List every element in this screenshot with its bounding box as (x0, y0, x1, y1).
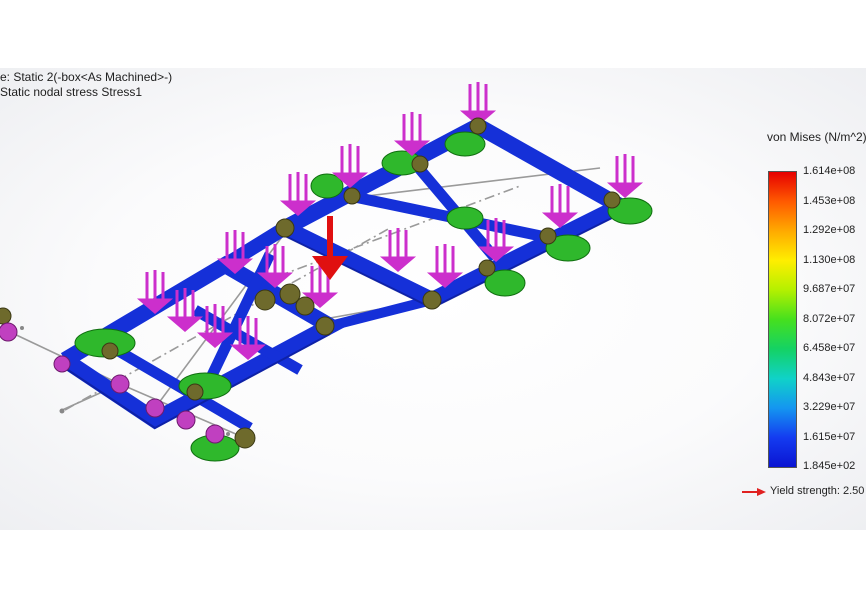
yield-arrow-icon (742, 488, 766, 496)
legend-label: 1.615e+07 (803, 430, 856, 443)
legend-color-bar[interactable] (768, 171, 797, 468)
connector-nodes (0, 117, 621, 449)
plot-type-label: Static nodal stress Stress1 (0, 85, 143, 99)
load-arrows (136, 82, 644, 360)
legend-label: 1.614e+08 (803, 165, 856, 177)
legend-label: 6.458e+07 (803, 342, 856, 354)
legend-label: 1.292e+08 (803, 224, 856, 236)
legend-label: 3.229e+07 (803, 401, 856, 413)
legend-label: 1.453e+08 (803, 194, 856, 207)
study-name-label: e: Static 2(-box<As Machined>-) (0, 70, 173, 84)
legend-label: 1.845e+02 (803, 460, 856, 472)
yield-strength-label: Yield strength: 2.50 (770, 485, 865, 497)
legend-label: 1.130e+08 (803, 253, 856, 266)
frame-model[interactable] (0, 68, 866, 530)
graphics-viewport[interactable]: e: Static 2(-box<As Machined>-) Static n… (0, 68, 866, 530)
legend-label: 4.843e+07 (803, 371, 856, 384)
legend-label: 9.687e+07 (803, 283, 856, 295)
legend-title: von Mises (N/m^2) (767, 130, 866, 144)
legend-label: 8.072e+07 (803, 312, 856, 325)
